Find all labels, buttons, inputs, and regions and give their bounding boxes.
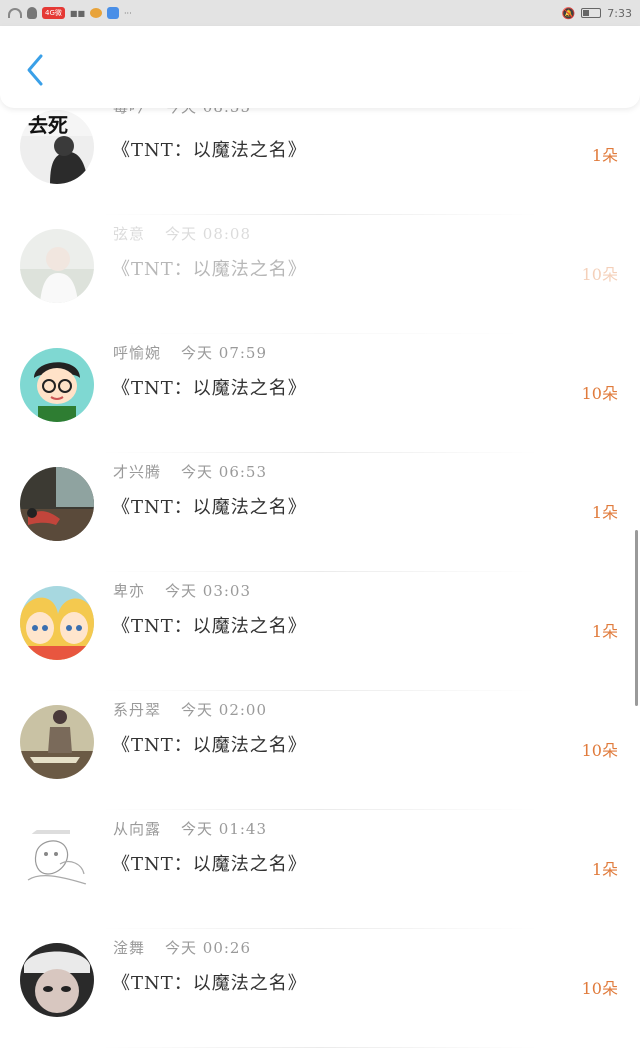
app-notification-icon: 4G微 xyxy=(42,7,65,19)
avatar[interactable] xyxy=(20,943,94,1017)
status-bar: 4G微 ■■ ··· 🔕 7:33 xyxy=(0,0,640,26)
list-item[interactable]: 才兴腾 今天 06:53 《TNT：以魔法之名》 1朵 xyxy=(0,453,640,572)
timestamp: 今天 06:53 xyxy=(181,463,268,481)
timestamp: 今天 08:08 xyxy=(165,225,252,243)
flower-count: 10朵 xyxy=(581,265,618,284)
user-name: 系丹翠 xyxy=(113,701,162,719)
list-item[interactable]: 淦舞 今天 00:26 《TNT：以魔法之名》 10朵 xyxy=(0,929,640,1048)
book-title: 《TNT：以魔法之名》 xyxy=(112,854,307,875)
flower-count: 10朵 xyxy=(581,384,618,403)
clock: 7:33 xyxy=(607,6,632,20)
book-title: 《TNT：以魔法之名》 xyxy=(112,259,307,280)
user-name: 从向露 xyxy=(113,820,162,838)
avatar[interactable] xyxy=(20,348,94,422)
user-name: 呼愉婉 xyxy=(113,344,162,362)
book-title: 《TNT：以魔法之名》 xyxy=(112,616,307,637)
flower-count: 10朵 xyxy=(581,979,618,998)
timestamp: 今天 00:26 xyxy=(165,939,252,957)
more-notifications: ··· xyxy=(124,8,132,18)
wifi-icon xyxy=(8,8,22,18)
timestamp: 今天 02:00 xyxy=(181,701,268,719)
book-title: 《TNT：以魔法之名》 xyxy=(112,378,307,399)
list-item[interactable]: 卑亦 今天 03:03 《TNT：以魔法之名》 1朵 xyxy=(0,572,640,691)
flower-count: 1朵 xyxy=(591,622,618,641)
mute-icon: 🔕 xyxy=(561,6,576,20)
weibo-icon xyxy=(90,8,103,18)
flower-count: 1朵 xyxy=(591,503,618,522)
avatar[interactable] xyxy=(20,824,94,898)
user-name: 卑亦 xyxy=(113,582,146,600)
chevron-left-icon xyxy=(27,54,43,86)
book-title: 《TNT：以魔法之名》 xyxy=(112,735,307,756)
user-name: 淦舞 xyxy=(113,939,146,957)
timestamp: 今天 07:59 xyxy=(181,344,268,362)
timestamp: 今天 03:03 xyxy=(165,582,252,600)
avatar[interactable] xyxy=(20,586,94,660)
timestamp: 今天 01:43 xyxy=(181,820,268,838)
list-item[interactable]: 呼愉婉 今天 07:59 《TNT：以魔法之名》 10朵 xyxy=(0,334,640,453)
notification-text: ■■ xyxy=(69,8,86,18)
shield-icon xyxy=(107,7,120,19)
back-button[interactable] xyxy=(18,52,52,88)
book-title: 《TNT：以魔法之名》 xyxy=(112,140,307,161)
avatar[interactable] xyxy=(20,705,94,779)
qq-icon xyxy=(27,7,37,19)
list-item[interactable]: 从向露 今天 01:43 《TNT：以魔法之名》 1朵 xyxy=(0,810,640,929)
book-title: 《TNT：以魔法之名》 xyxy=(112,973,307,994)
list-item[interactable]: 弦意 今天 08:08 《TNT：以魔法之名》 10朵 xyxy=(0,215,640,334)
flower-count: 10朵 xyxy=(581,741,618,760)
gift-record-list: 去死 毒吟 今天 08:55 《TNT：以魔法之名》 1朵 弦意 今天 08:0… xyxy=(0,96,640,1048)
list-item[interactable]: 系丹翠 今天 02:00 《TNT：以魔法之名》 10朵 xyxy=(0,691,640,810)
user-name: 弦意 xyxy=(113,225,146,243)
flower-count: 1朵 xyxy=(591,860,618,879)
user-name: 才兴腾 xyxy=(113,463,162,481)
top-bar xyxy=(0,26,640,108)
flower-count: 1朵 xyxy=(591,146,618,165)
avatar-text: 去死 xyxy=(28,113,68,137)
battery-icon xyxy=(581,8,602,18)
scrollbar[interactable] xyxy=(635,530,638,706)
avatar[interactable]: 去死 xyxy=(20,110,94,184)
avatar[interactable] xyxy=(20,467,94,541)
book-title: 《TNT：以魔法之名》 xyxy=(112,497,307,518)
list-item[interactable]: 去死 毒吟 今天 08:55 《TNT：以魔法之名》 1朵 xyxy=(0,96,640,215)
avatar[interactable] xyxy=(20,229,94,303)
